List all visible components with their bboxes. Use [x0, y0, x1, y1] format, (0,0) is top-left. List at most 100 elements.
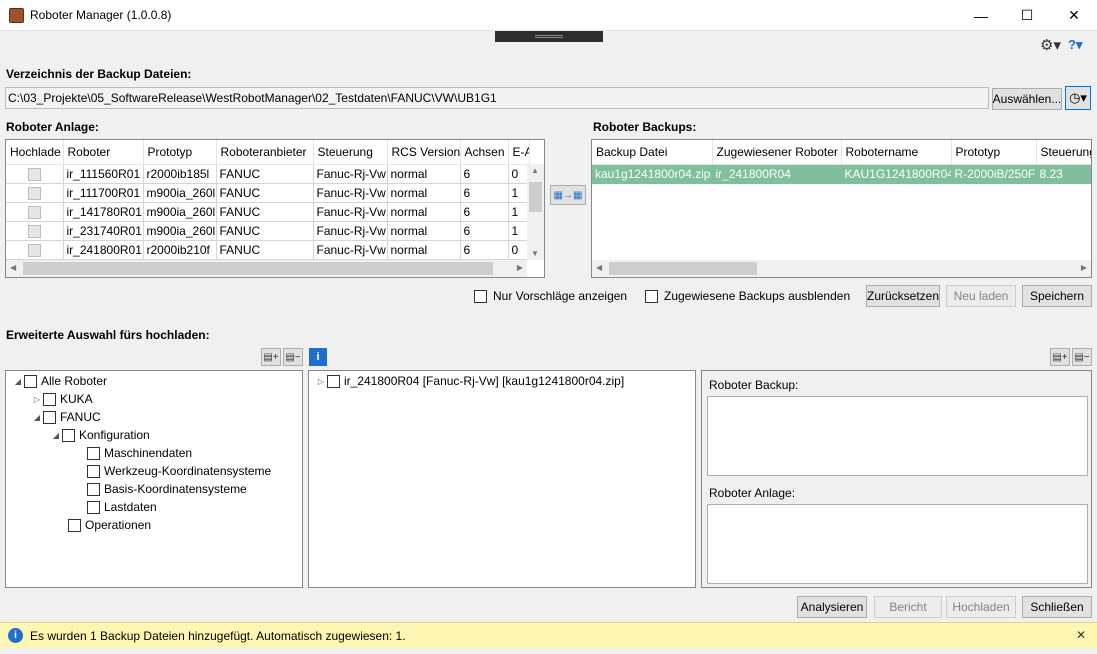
checkbox[interactable]: [24, 374, 37, 388]
tree-node-maschinendaten[interactable]: Maschinendaten: [87, 444, 192, 462]
cell: ir_111700R01: [63, 183, 144, 203]
cell: FANUC: [216, 221, 314, 241]
checkbox[interactable]: [87, 482, 100, 496]
cell: ir_141780R01: [63, 202, 144, 222]
col-achsen[interactable]: Achsen: [460, 140, 509, 165]
tree-node-operationen[interactable]: Operationen: [68, 516, 151, 534]
cell: 8.23: [1036, 164, 1091, 184]
table-row[interactable]: ir_241800R01 r2000ib210f FANUC Fanuc-Rj-…: [6, 240, 530, 260]
collapsed-arrow-icon[interactable]: ▷: [31, 395, 43, 404]
col-anbieter[interactable]: Roboteranbieter: [216, 140, 314, 165]
cell: Fanuc-Rj-Vw: [313, 164, 388, 184]
help-icon[interactable]: ?▾: [1068, 37, 1082, 53]
checkbox[interactable]: [645, 289, 658, 303]
checkbox[interactable]: [43, 392, 56, 406]
cell: FANUC: [216, 240, 314, 260]
upload-checkbox[interactable]: [27, 186, 41, 200]
cell: ir_231740R01: [63, 221, 144, 241]
select-dir-button[interactable]: Auswählen...: [992, 88, 1062, 110]
table-row[interactable]: ir_111560R01 r2000ib185l FANUC Fanuc-Rj-…: [6, 164, 530, 184]
checkbox[interactable]: [68, 518, 81, 532]
upload-button[interactable]: Hochladen: [946, 596, 1016, 618]
col-zugewiesen[interactable]: Zugewiesener Roboter: [712, 140, 842, 165]
cell: r2000ib185l: [143, 164, 217, 184]
tree-node-werkzeug[interactable]: Werkzeug-Koordinatensysteme: [87, 462, 271, 480]
expand-all-right-icon[interactable]: ▤+: [1050, 348, 1070, 366]
backups-hscroll[interactable]: ◀ ▶: [592, 260, 1091, 277]
status-message: Es wurden 1 Backup Dateien hinzugefügt. …: [30, 629, 406, 643]
anlage-table: Hochlade Roboter Prototyp Roboteranbiete…: [6, 140, 530, 260]
col-hochlade[interactable]: Hochlade: [6, 140, 64, 165]
cell: ir_241800R04: [712, 164, 842, 184]
anlage-vscroll[interactable]: ▲ ▼: [527, 164, 544, 260]
ausblenden-checkbox[interactable]: Zugewiesene Backups ausblenden: [645, 289, 850, 303]
roboter-backup-textbox[interactable]: [707, 396, 1088, 476]
table-row[interactable]: ir_141780R01 m900ia_260l FANUC Fanuc-Rj-…: [6, 202, 530, 222]
collapse-all-right-icon[interactable]: ▤−: [1072, 348, 1092, 366]
close-button[interactable]: ✕: [1051, 0, 1097, 31]
checkbox[interactable]: [87, 446, 100, 460]
collapse-all-icon[interactable]: ▤−: [283, 348, 303, 366]
checkbox[interactable]: [62, 428, 75, 442]
cell: Fanuc-Rj-Vw: [313, 183, 388, 203]
tree-label: Lastdaten: [104, 500, 157, 514]
collapsed-arrow-icon[interactable]: ▷: [315, 377, 327, 386]
backup-path-field[interactable]: C:\03_Projekte\05_SoftwareRelease\WestRo…: [5, 87, 989, 109]
upload-checkbox[interactable]: [27, 224, 41, 238]
checkbox[interactable]: [43, 410, 56, 424]
table-row[interactable]: ir_111700R01 m900ia_260l FANUC Fanuc-Rj-…: [6, 183, 530, 203]
tree-node-backup[interactable]: ▷ ir_241800R04 [Fanuc-Rj-Vw] [kau1g12418…: [315, 372, 624, 390]
cell: FANUC: [216, 164, 314, 184]
close-dialog-button[interactable]: Schließen: [1022, 596, 1092, 618]
col-steuerung[interactable]: Steuerung: [1036, 140, 1091, 165]
cell: ir_111560R01: [63, 164, 144, 184]
upload-checkbox[interactable]: [27, 205, 41, 219]
checkbox[interactable]: [474, 289, 487, 303]
history-clock-icon[interactable]: ◷▾: [1065, 86, 1091, 110]
reset-button[interactable]: Zurücksetzen: [866, 285, 940, 307]
upload-checkbox[interactable]: [27, 167, 41, 181]
reload-button[interactable]: Neu laden: [946, 285, 1016, 307]
roboter-anlage-textbox[interactable]: [707, 504, 1088, 584]
tree-node-alle[interactable]: ◢ Alle Roboter: [12, 372, 107, 390]
settings-icon[interactable]: ⚙▾: [1040, 36, 1061, 54]
table-row-selected[interactable]: kau1g1241800r04.zip ir_241800R04 KAU1G12…: [592, 164, 1091, 184]
checkbox[interactable]: [327, 374, 340, 388]
minimize-button[interactable]: —: [958, 0, 1004, 31]
checkbox[interactable]: [87, 464, 100, 478]
analyze-button[interactable]: Analysieren: [797, 596, 867, 618]
tree-node-konfiguration[interactable]: ◢ Konfiguration: [50, 426, 150, 444]
tree-node-kuka[interactable]: ▷ KUKA: [31, 390, 93, 408]
table-row[interactable]: ir_231740R01 m900ia_260l FANUC Fanuc-Rj-…: [6, 221, 530, 241]
backups-label: Roboter Backups:: [593, 120, 697, 134]
col-steuerung[interactable]: Steuerung: [313, 140, 388, 165]
tree-node-fanuc[interactable]: ◢ FANUC: [31, 408, 101, 426]
maximize-button[interactable]: ☐: [1004, 0, 1050, 31]
col-backup-datei[interactable]: Backup Datei: [592, 140, 713, 165]
col-roboter[interactable]: Roboter: [63, 140, 144, 165]
nur-vorschlaege-checkbox[interactable]: Nur Vorschläge anzeigen: [474, 289, 627, 303]
tree-node-basis[interactable]: Basis-Koordinatensysteme: [87, 480, 247, 498]
expanded-arrow-icon[interactable]: ◢: [31, 413, 43, 422]
col-prototyp[interactable]: Prototyp: [143, 140, 217, 165]
info-icon[interactable]: i: [309, 348, 327, 366]
col-ea[interactable]: E-A: [508, 140, 530, 165]
col-rcs[interactable]: RCS Version: [387, 140, 461, 165]
col-prototyp[interactable]: Prototyp: [951, 140, 1037, 165]
assign-connect-icon[interactable]: ▦→▦: [550, 185, 586, 205]
checkbox[interactable]: [87, 500, 100, 514]
upload-checkbox[interactable]: [27, 243, 41, 257]
tree-node-lastdaten[interactable]: Lastdaten: [87, 498, 157, 516]
status-close-icon[interactable]: ✕: [1076, 628, 1086, 642]
report-button[interactable]: Bericht: [874, 596, 942, 618]
col-robotername[interactable]: Robotername: [841, 140, 952, 165]
anlage-grid: Hochlade Roboter Prototyp Roboteranbiete…: [5, 139, 545, 278]
anlage-hscroll[interactable]: ◀ ▶: [6, 260, 527, 277]
expand-all-icon[interactable]: ▤+: [261, 348, 281, 366]
drag-handle[interactable]: [495, 31, 603, 42]
save-button[interactable]: Speichern: [1022, 285, 1092, 307]
roboter-backup-label: Roboter Backup:: [709, 378, 799, 392]
expanded-arrow-icon[interactable]: ◢: [12, 377, 24, 386]
expanded-arrow-icon[interactable]: ◢: [50, 431, 62, 440]
cell: KAU1G1241800R04: [841, 164, 952, 184]
